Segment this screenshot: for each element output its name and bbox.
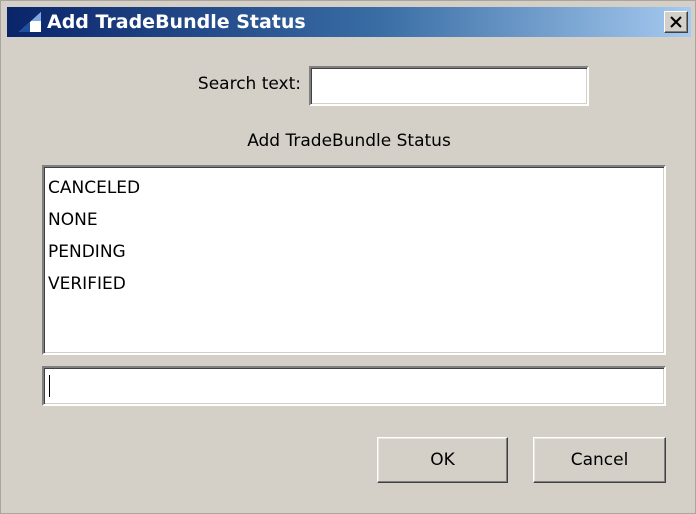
search-text-label: Search text: (197, 74, 301, 94)
close-button[interactable] (664, 11, 688, 33)
list-item-none[interactable]: NONE (48, 204, 664, 236)
app-icon (17, 11, 43, 33)
ok-button[interactable]: OK (377, 437, 508, 483)
window-title: Add TradeBundle Status (47, 11, 306, 33)
list-item-verified[interactable]: VERIFIED (48, 268, 664, 300)
list-item-pending[interactable]: PENDING (48, 236, 664, 268)
text-caret (49, 375, 50, 397)
add-tradebundle-status-dialog: Add TradeBundle Status Search text: Add … (0, 0, 696, 514)
cancel-button[interactable]: Cancel (533, 437, 666, 483)
search-input[interactable] (309, 66, 589, 106)
title-bar[interactable]: Add TradeBundle Status (7, 7, 691, 37)
close-icon (670, 16, 682, 28)
list-caption: Add TradeBundle Status (247, 131, 451, 151)
list-item-canceled[interactable]: CANCELED (48, 172, 664, 204)
status-listbox[interactable]: CANCELED NONE PENDING VERIFIED (42, 165, 666, 355)
status-entry-input[interactable] (42, 366, 666, 406)
